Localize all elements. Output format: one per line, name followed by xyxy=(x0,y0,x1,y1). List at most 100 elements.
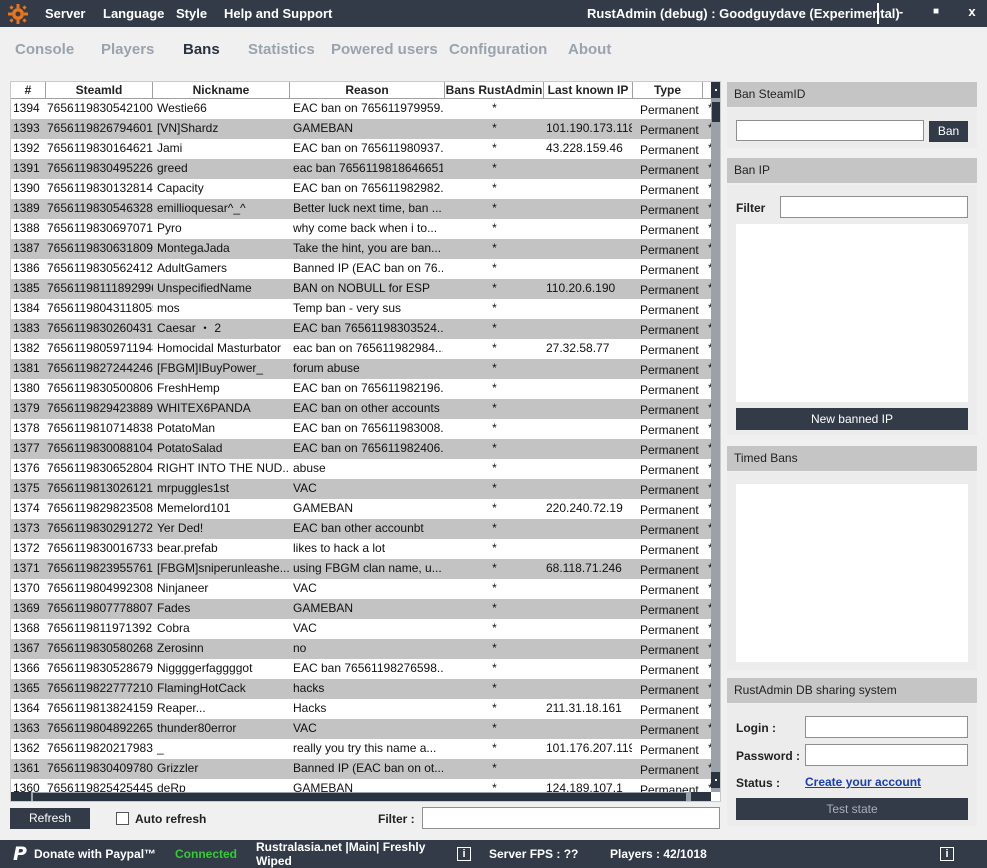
table-row[interactable]: 1376 76561198306528045 RIGHT INTO THE NUD.… xyxy=(11,459,711,479)
table-row[interactable]: 1385 76561198111892996 UnspecifiedName BAN … xyxy=(11,279,711,299)
table-row[interactable]: 1362 76561198202179834 _ really you try thi… xyxy=(11,739,711,759)
cell-last-known-ip: 101.176.207.119 xyxy=(546,741,632,755)
table-row[interactable]: 1389 76561198305463286 emillioquesar^_^ Bet… xyxy=(11,199,711,219)
table-row[interactable]: 1392 76561198301646210 Jami EAC ban on 7656… xyxy=(11,139,711,159)
login-input[interactable] xyxy=(805,716,968,738)
cell-nickname: Caesar ・ 2 xyxy=(157,321,222,335)
menu-style[interactable]: Style xyxy=(176,6,207,21)
timed-bans-list[interactable] xyxy=(736,484,968,662)
create-account-link[interactable]: Create your account xyxy=(805,775,921,789)
maximize-button[interactable]: ■ xyxy=(926,6,946,24)
table-row[interactable]: 1380 76561198305008061 FreshHemp EAC ban on… xyxy=(11,379,711,399)
table-row[interactable]: 1374 76561198298235086 Memelord101 GAMEBAN *… xyxy=(11,499,711,519)
table-row[interactable]: 1387 76561198306318098 MontegaJada Take the… xyxy=(11,239,711,259)
banned-ip-list[interactable] xyxy=(736,224,968,402)
scroll-right-button[interactable] xyxy=(691,792,711,801)
table-row[interactable]: 1372 76561198300167335 bear.prefab likes to… xyxy=(11,539,711,559)
cell-type: Permanent xyxy=(640,143,699,157)
test-state-button[interactable]: Test state xyxy=(736,798,968,820)
cell-reason: forum abuse xyxy=(293,361,360,375)
new-banned-ip-button[interactable]: New banned IP xyxy=(736,408,968,430)
ban-button[interactable]: Ban xyxy=(929,121,968,142)
vertical-scroll-thumb[interactable] xyxy=(712,102,720,122)
column-header-type[interactable]: Type xyxy=(633,82,703,99)
table-row[interactable]: 1371 76561198239557616 [FBGM]sniperunleash… xyxy=(11,559,711,579)
ban-ip-filter-input[interactable] xyxy=(780,196,968,218)
scroll-up-button[interactable] xyxy=(711,82,720,98)
table-row[interactable]: 1365 76561198227772108 FlamingHotCack hacks… xyxy=(11,679,711,699)
cell-bans-rustadmin: * xyxy=(492,641,497,655)
table-row[interactable]: 1370 76561198049923088 Ninjaneer VAC * Perman… xyxy=(11,579,711,599)
password-input[interactable] xyxy=(805,744,968,766)
paypal-icon[interactable]: P xyxy=(13,843,27,865)
cell-last-known-ip xyxy=(546,419,632,439)
filter-input[interactable] xyxy=(422,807,720,829)
cell-type: Permanent xyxy=(640,243,699,257)
bans-grid[interactable]: # SteamId Nickname Reason Bans RustAdmin… xyxy=(10,81,721,802)
cell-type: Permanent xyxy=(640,303,699,317)
tab-statistics[interactable]: Statistics xyxy=(248,41,315,58)
scroll-left-button[interactable] xyxy=(11,792,31,801)
table-row[interactable]: 1366 76561198305286792 Niggggerfaggggot EAC… xyxy=(11,659,711,679)
tab-console[interactable]: Console xyxy=(15,41,74,58)
table-row[interactable]: 1390 76561198301328147 Capacity EAC ban on … xyxy=(11,179,711,199)
donate-paypal-link[interactable]: Donate with Paypal™ xyxy=(34,847,156,861)
table-row[interactable]: 1381 76561198272442464 [FBGM]IBuyPower_ for… xyxy=(11,359,711,379)
cell-bans-rustadmin: * xyxy=(492,201,497,215)
menu-language[interactable]: Language xyxy=(103,6,164,21)
tab-players[interactable]: Players xyxy=(101,41,154,58)
cell-number: 1393 xyxy=(13,121,40,135)
cell-reason: EAC ban 76561198303524... xyxy=(293,321,443,335)
minimize-button[interactable]: - xyxy=(891,4,911,22)
table-row[interactable]: 1382 76561198059711948 Homocidal Masturbat… xyxy=(11,339,711,359)
column-header-nickname[interactable]: Nickname xyxy=(153,82,290,99)
table-row[interactable]: 1361 76561198304097807 Grizzler Banned IP (… xyxy=(11,759,711,779)
table-row[interactable]: 1363 76561198048922656 thunder80error VAC * P… xyxy=(11,719,711,739)
table-row[interactable]: 1378 76561198107148389 PotatoMan EAC ban on… xyxy=(11,419,711,439)
table-row[interactable]: 1373 76561198302912723 Yer Ded! EAC ban oth… xyxy=(11,519,711,539)
table-row[interactable]: 1379 76561198294238898 WHITEX6PANDA EAC ban… xyxy=(11,399,711,419)
auto-refresh-checkbox[interactable] xyxy=(116,812,129,825)
table-row[interactable]: 1388 76561198306970713 Pyro why come back w… xyxy=(11,219,711,239)
vertical-scrollbar[interactable] xyxy=(711,82,720,792)
table-row[interactable]: 1384 76561198043118055 mos Temp ban - very … xyxy=(11,299,711,319)
table-row[interactable]: 1377 76561198300881040 PotatoSalad EAC ban … xyxy=(11,439,711,459)
column-header-last-known-ip[interactable]: Last known IP xyxy=(544,82,633,99)
info-icon[interactable]: i xyxy=(940,847,954,861)
menu-server[interactable]: Server xyxy=(45,6,85,21)
column-header-steamid[interactable]: SteamId xyxy=(46,82,153,99)
cell-bans-rustadmin: * xyxy=(492,701,497,715)
cell-type: Permanent xyxy=(640,603,699,617)
refresh-button[interactable]: Refresh xyxy=(10,808,90,829)
table-row[interactable]: 1394 76561198305421006 Westie66 EAC ban on … xyxy=(11,99,711,119)
column-header-bans-rustadmin[interactable]: Bans RustAdmin xyxy=(445,82,544,99)
column-header-number[interactable]: # xyxy=(11,82,46,99)
cell-type: Permanent xyxy=(640,443,699,457)
filter-label: Filter : xyxy=(378,812,415,826)
table-row[interactable]: 1367 76561198305802684 Zerosinn no * Permanen… xyxy=(11,639,711,659)
horizontal-scroll-thumb[interactable] xyxy=(33,793,686,801)
password-label: Password : xyxy=(736,749,801,763)
server-info-icon[interactable]: i xyxy=(457,847,471,861)
tab-bans[interactable]: Bans xyxy=(183,41,220,58)
close-button[interactable]: x xyxy=(962,4,982,22)
table-row[interactable]: 1383 76561198302604316 Caesar ・ 2 EAC ban 7… xyxy=(11,319,711,339)
cell-last-known-ip xyxy=(546,259,632,279)
table-row[interactable]: 1393 76561198267946018 [VN]Shardz GAMEBAN * 1… xyxy=(11,119,711,139)
table-row[interactable]: 1391 76561198304952269 greed eac ban 765611… xyxy=(11,159,711,179)
table-row[interactable]: 1375 76561198130261211 mrpuggles1st VAC * Per… xyxy=(11,479,711,499)
scroll-down-button[interactable] xyxy=(711,772,720,788)
tab-configuration[interactable]: Configuration xyxy=(449,41,547,58)
table-row[interactable]: 136876561198119713921CobraVAC*Permanent* xyxy=(11,619,711,639)
cell-type: Permanent xyxy=(640,183,699,197)
horizontal-scrollbar[interactable] xyxy=(11,792,711,801)
table-row[interactable]: 1369 76561198077788079 Fades GAMEBAN * Perman… xyxy=(11,599,711,619)
column-header-reason[interactable]: Reason xyxy=(290,82,445,99)
menu-help-and-support[interactable]: Help and Support xyxy=(224,6,332,21)
tab-powered-users[interactable]: Powered users xyxy=(331,41,438,58)
table-row[interactable]: 1386 76561198305624124 AdultGamers Banned I… xyxy=(11,259,711,279)
tab-about[interactable]: About xyxy=(568,41,611,58)
table-row[interactable]: 1364 76561198138241598 Reaper... Hacks * 211.… xyxy=(11,699,711,719)
cell-reason: EAC ban on 765611982982... xyxy=(293,181,443,195)
ban-steamid-input[interactable] xyxy=(736,120,924,141)
